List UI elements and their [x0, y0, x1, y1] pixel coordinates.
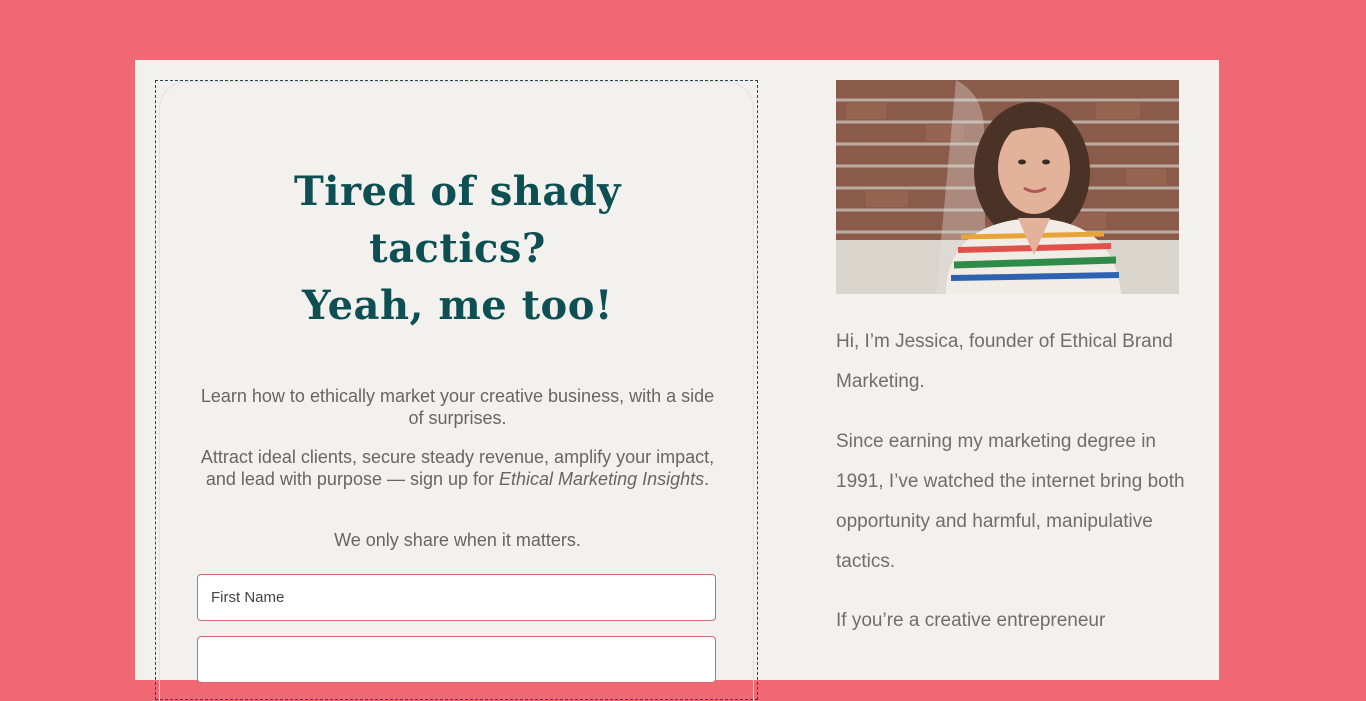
signup-intro: Learn how to ethically market your creat… [200, 386, 715, 428]
headline-line: tactics? [369, 225, 546, 272]
newsletter-name: Ethical Marketing Insights [499, 469, 705, 489]
signup-headline: Tired of shady tactics? Yeah, me too! [156, 163, 759, 334]
founder-photo [836, 80, 1179, 294]
signup-pitch: Attract ideal clients, secure steady rev… [200, 446, 715, 490]
email-field[interactable] [197, 636, 716, 683]
signup-form-container: Tired of shady tactics? Yeah, me too! Le… [155, 80, 759, 701]
headline-line: Tired of shady [294, 168, 621, 215]
headline-line: Yeah, me too! [302, 282, 613, 329]
bio-paragraph: Hi, I’m Jessica, founder of Ethical Bran… [836, 331, 1173, 392]
first-name-field[interactable] [197, 574, 716, 621]
frequency-note: We only share when it matters. [334, 530, 581, 550]
bio-paragraph: Since earning my marketing degree in 199… [836, 431, 1185, 572]
page-card: Tired of shady tactics? Yeah, me too! Le… [135, 60, 1219, 701]
bio-paragraph: If you’re a creative entrepreneur [836, 610, 1106, 631]
pitch-end: . [704, 469, 710, 489]
